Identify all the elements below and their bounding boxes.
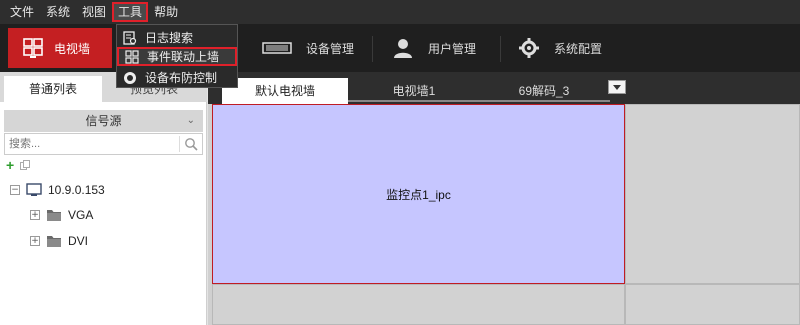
tools-dropdown-menu: 日志搜索 事件联动上墙 设备布防控制 <box>116 24 238 88</box>
search-box <box>4 133 203 155</box>
wall-cell-label: 监控点1_ipc <box>386 187 451 202</box>
menu-file[interactable]: 文件 <box>4 2 40 22</box>
tree-node-dvi[interactable]: + DVI <box>30 232 88 250</box>
menu-view[interactable]: 视图 <box>76 2 112 22</box>
device-icon <box>262 42 292 54</box>
tab-normal-list[interactable]: 普通列表 <box>4 76 102 102</box>
toolbar-tv-wall-label: 电视墙 <box>54 41 91 56</box>
search-input[interactable] <box>5 134 175 154</box>
folder-icon <box>47 236 61 247</box>
menu-item-log-search-label: 日志搜索 <box>145 31 194 45</box>
menu-item-arm-control-label: 设备布防控制 <box>145 71 218 85</box>
tree-tools: + <box>6 158 31 172</box>
device-monitor-icon <box>26 183 42 196</box>
tree-node-device[interactable]: − 10.9.0.153 <box>10 181 105 199</box>
log-search-icon <box>123 30 137 45</box>
expand-toggle-icon[interactable]: + <box>30 210 40 220</box>
wall-cell[interactable] <box>625 284 800 325</box>
menu-item-arm-control[interactable]: 设备布防控制 <box>117 68 237 87</box>
chevron-down-icon: ⌄ <box>186 115 195 126</box>
wall-cell[interactable] <box>625 104 800 284</box>
toolbar-system-config-button[interactable]: 系统配置 <box>518 28 602 68</box>
gear-icon <box>519 38 539 58</box>
user-icon <box>394 39 412 58</box>
wall-cell[interactable] <box>212 284 625 325</box>
toolbar-user-label: 用户管理 <box>428 41 477 56</box>
menu-item-event-linkage-label: 事件联动上墙 <box>147 50 220 64</box>
toolbar-user-management-button[interactable]: 用户管理 <box>392 28 476 68</box>
signal-source-header[interactable]: 信号源 ⌄ <box>4 110 203 132</box>
tv-wall-icon <box>23 38 43 58</box>
wall-tabs: 默认电视墙 电视墙1 69解码_3 <box>208 72 800 104</box>
tree-node-vga-label: VGA <box>68 208 94 222</box>
menu-system[interactable]: 系统 <box>40 2 76 22</box>
toolbar-system-config-label: 系统配置 <box>554 41 603 56</box>
toolbar-tv-wall-button[interactable]: 电视墙 <box>8 28 112 68</box>
left-panel: 普通列表 预览列表 信号源 ⌄ + − 10.9.0.153 + <box>0 72 207 325</box>
tree-node-vga[interactable]: + VGA <box>30 206 93 224</box>
wall-cell-selected[interactable]: 监控点1_ipc <box>212 104 625 284</box>
toolbar-divider <box>372 36 373 62</box>
menu-bar: 文件 系统 视图 工具 帮助 <box>0 0 800 24</box>
folder-icon <box>47 210 61 221</box>
tree-node-dvi-label: DVI <box>68 234 89 248</box>
search-divider <box>179 136 180 152</box>
toolbar-device-label: 设备管理 <box>306 41 355 56</box>
menu-item-log-search[interactable]: 日志搜索 <box>117 28 237 47</box>
tv-wall-area: 默认电视墙 电视墙1 69解码_3 监控点1_ipc <box>208 72 800 325</box>
toolbar-divider <box>500 36 501 62</box>
arm-control-icon <box>124 71 136 84</box>
collapse-toggle-icon[interactable]: − <box>10 185 20 195</box>
menu-help[interactable]: 帮助 <box>148 2 184 22</box>
tab-list-dropdown-button[interactable] <box>608 80 626 94</box>
tv-wall-grid: 监控点1_ipc <box>212 104 800 325</box>
expand-toggle-icon[interactable]: + <box>30 236 40 246</box>
copy-icon[interactable] <box>20 160 31 170</box>
tab-underline <box>348 100 610 102</box>
search-icon[interactable] <box>184 137 198 151</box>
menu-item-event-linkage[interactable]: 事件联动上墙 <box>117 47 237 66</box>
toolbar-device-management-button[interactable]: 设备管理 <box>262 28 354 68</box>
signal-source-title: 信号源 <box>85 114 122 128</box>
tab-default-wall[interactable]: 默认电视墙 <box>222 78 348 104</box>
menu-tools[interactable]: 工具 <box>112 2 149 22</box>
event-linkage-icon <box>125 49 139 64</box>
add-icon[interactable]: + <box>6 158 14 172</box>
tree-node-device-label: 10.9.0.153 <box>48 183 105 197</box>
